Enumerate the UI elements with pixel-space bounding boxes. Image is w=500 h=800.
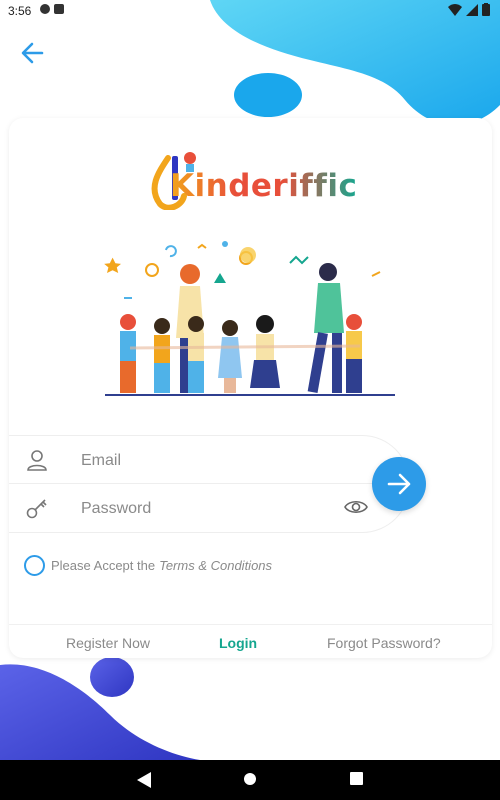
bottom-left-blob [0,657,200,760]
register-now-link[interactable]: Register Now [66,635,150,651]
app-logo-text: Kinderiffic [170,168,357,204]
notification-icon [40,4,50,14]
system-navigation-bar [0,760,500,800]
password-field-row [9,484,399,531]
status-right-icons [448,3,490,16]
eye-icon[interactable] [343,495,369,519]
email-field-row [9,436,399,484]
status-notification-icons [40,4,64,14]
terms-conditions-link[interactable]: Terms & Conditions [159,558,272,573]
kids-teachers-illustration [104,241,395,396]
forgot-password-link[interactable]: Forgot Password? [327,635,441,651]
signal-icon [466,3,478,16]
wifi-icon [448,3,462,16]
arrow-left-icon [21,42,44,64]
key-icon [26,499,47,519]
email-input[interactable] [79,448,343,474]
terms-row: Please Accept the Terms & Conditions [24,555,272,576]
submit-login-button[interactable] [372,457,426,511]
login-tab[interactable]: Login [219,635,257,651]
battery-icon [482,3,490,16]
status-bar: 3:56 [0,0,500,22]
arrow-right-icon [387,473,411,495]
nav-recents-icon[interactable] [350,772,363,785]
nav-home-icon[interactable] [243,772,257,786]
logo-wordmark: Kinderiffic [170,168,358,204]
kid-1 [120,314,136,393]
terms-accept-radio[interactable] [24,555,45,576]
auth-bottom-nav: Register Now Login Forgot Password? [9,624,492,659]
login-form [9,435,410,533]
status-time: 3:56 [8,4,32,18]
back-button[interactable] [18,38,48,68]
user-icon [27,450,47,471]
nav-back-icon[interactable] [137,772,151,788]
terms-prefix-text: Please Accept the [51,558,156,573]
sd-card-icon [54,4,64,14]
password-input[interactable] [79,496,343,522]
